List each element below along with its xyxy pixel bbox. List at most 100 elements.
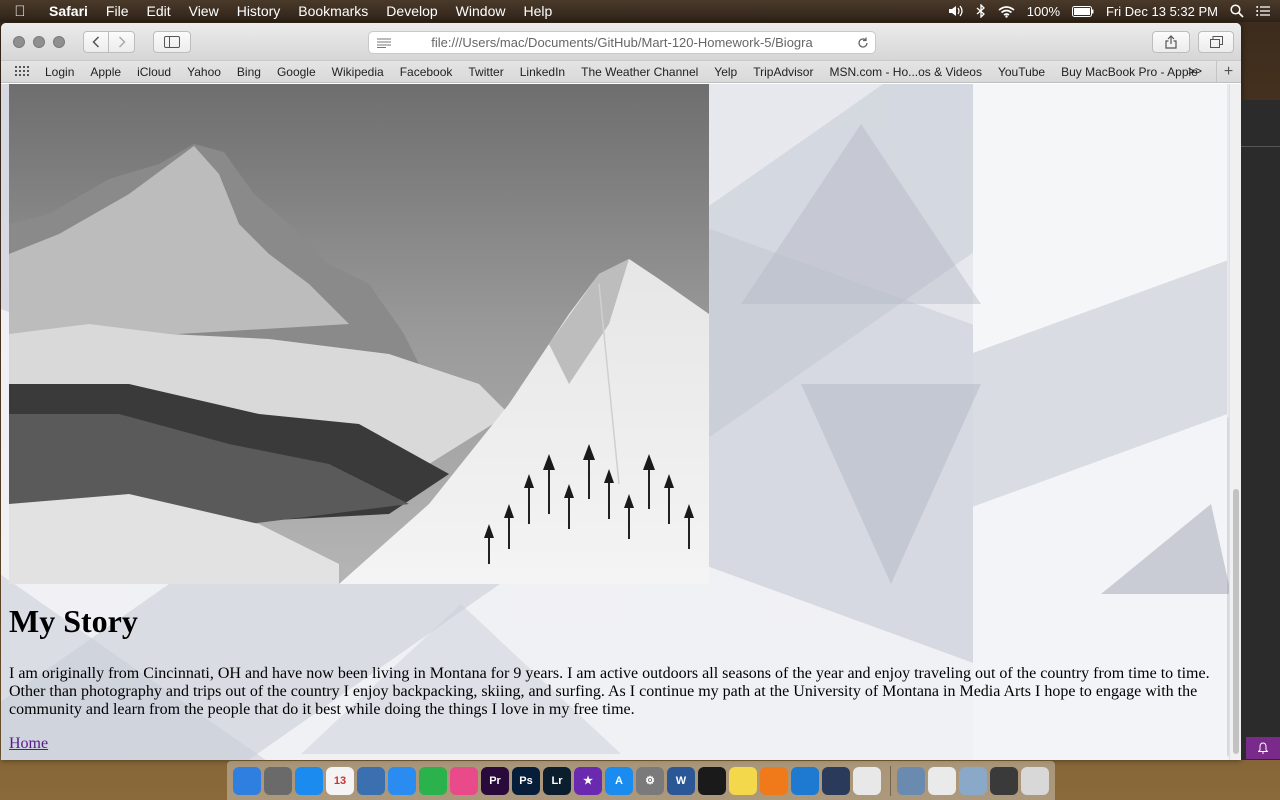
menu-edit[interactable]: Edit: [137, 3, 179, 19]
notification-bell-icon[interactable]: [1246, 737, 1280, 759]
battery-percent[interactable]: 100%: [1027, 4, 1060, 19]
spotlight-icon[interactable]: [1230, 4, 1244, 18]
safari-window: file:///Users/mac/Documents/GitHub/Mart-…: [1, 23, 1241, 760]
favorite-login[interactable]: Login: [37, 65, 82, 79]
address-bar[interactable]: file:///Users/mac/Documents/GitHub/Mart-…: [368, 31, 876, 54]
background-facet: [741, 124, 981, 304]
minimize-window-button[interactable]: [33, 35, 45, 48]
chevron-left-icon: [92, 35, 100, 48]
background-facet: [801, 384, 981, 584]
sidebar-icon: [164, 35, 180, 48]
favorite-wikipedia[interactable]: Wikipedia: [324, 65, 392, 79]
menu-help[interactable]: Help: [514, 3, 561, 19]
favorite-buy-macbook-pro[interactable]: Buy MacBook Pro - Apple: [1053, 65, 1206, 79]
dock-downloads-stack-icon[interactable]: [897, 766, 925, 795]
dock-system-preferences-icon[interactable]: ⚙: [636, 766, 664, 795]
favorites-overflow-button[interactable]: >>: [1188, 64, 1202, 78]
favorite-bing[interactable]: Bing: [229, 65, 269, 79]
back-button[interactable]: [83, 30, 109, 53]
dock-activity-monitor-icon[interactable]: [698, 766, 726, 795]
dock-safari-icon[interactable]: [295, 766, 323, 795]
favorite-google[interactable]: Google: [269, 65, 324, 79]
dock-screen-sharing-icon[interactable]: [959, 766, 987, 795]
background-facet: [1101, 504, 1231, 594]
dock-app-store-icon[interactable]: A: [605, 766, 633, 795]
navigation-buttons: [83, 30, 135, 53]
background-pattern-strip: [973, 84, 1227, 760]
sidebar-toggle-button[interactable]: [153, 30, 191, 53]
favorite-yahoo[interactable]: Yahoo: [179, 65, 229, 79]
menu-app-name[interactable]: Safari: [40, 3, 97, 19]
scrollbar-thumb[interactable]: [1233, 489, 1239, 754]
wifi-icon[interactable]: [998, 5, 1015, 18]
dock-separator: [890, 765, 891, 796]
browser-toolbar: file:///Users/mac/Documents/GitHub/Mart-…: [1, 23, 1241, 61]
zoom-window-button[interactable]: [53, 35, 65, 48]
favorite-tripadvisor[interactable]: TripAdvisor: [745, 65, 821, 79]
dock-messages-bubble-icon[interactable]: [388, 766, 416, 795]
new-tab-button[interactable]: +: [1216, 61, 1240, 82]
menu-view[interactable]: View: [180, 3, 228, 19]
menu-develop[interactable]: Develop: [377, 3, 446, 19]
dock-itunes-icon[interactable]: [450, 766, 478, 795]
dock-finder-icon[interactable]: [233, 766, 261, 795]
clock[interactable]: Fri Dec 13 5:32 PM: [1106, 4, 1218, 19]
dock-premiere-icon[interactable]: Pr: [481, 766, 509, 795]
favorite-linkedin[interactable]: LinkedIn: [512, 65, 573, 79]
battery-icon[interactable]: [1072, 5, 1094, 17]
dock-preview-icon[interactable]: [357, 766, 385, 795]
dock-photoshop-icon[interactable]: Ps: [512, 766, 540, 795]
share-icon: [1165, 35, 1177, 49]
favorite-facebook[interactable]: Facebook: [392, 65, 461, 79]
dock-lightroom-icon[interactable]: Lr: [543, 766, 571, 795]
forward-button[interactable]: [109, 30, 135, 53]
menu-file[interactable]: File: [97, 3, 138, 19]
dock-documents-stack-icon[interactable]: [928, 766, 956, 795]
dock-textedit-icon[interactable]: [853, 766, 881, 795]
dock-xcode-hammer-icon[interactable]: [822, 766, 850, 795]
background-window-divider: [1241, 146, 1280, 147]
dock-imovie-star-icon[interactable]: ★: [574, 766, 602, 795]
dock-stickies-icon[interactable]: [729, 766, 757, 795]
menu-window[interactable]: Window: [447, 3, 515, 19]
dock-word-icon[interactable]: W: [667, 766, 695, 795]
volume-icon[interactable]: [948, 4, 964, 18]
close-window-button[interactable]: [13, 35, 25, 48]
favorite-twitter[interactable]: Twitter: [460, 65, 511, 79]
favorite-icloud[interactable]: iCloud: [129, 65, 179, 79]
dock-facetime-icon[interactable]: [419, 766, 447, 795]
home-link[interactable]: Home: [9, 735, 48, 753]
menu-bar:  Safari File Edit View History Bookmark…: [0, 0, 1280, 22]
favorite-weather-channel[interactable]: The Weather Channel: [573, 65, 706, 79]
reload-icon[interactable]: [851, 37, 875, 49]
show-tabs-button[interactable]: [1198, 31, 1234, 53]
dock-photos-stack-icon[interactable]: [990, 766, 1018, 795]
favorite-youtube[interactable]: YouTube: [990, 65, 1053, 79]
vertical-scrollbar[interactable]: [1229, 84, 1241, 760]
background-editor-window: [1241, 100, 1280, 760]
favorite-msn[interactable]: MSN.com - Ho...os & Videos: [821, 65, 990, 79]
mountain-photo: [9, 84, 709, 584]
tabs-icon: [1209, 36, 1223, 48]
story-paragraph: I am originally from Cincinnati, OH and …: [9, 665, 1210, 718]
dock-vscode-icon[interactable]: [791, 766, 819, 795]
notification-list-icon[interactable]: [1256, 5, 1270, 17]
apple-menu-icon[interactable]: : [0, 3, 40, 20]
reader-view-icon[interactable]: [369, 38, 399, 48]
dock-firefox-icon[interactable]: [760, 766, 788, 795]
share-button[interactable]: [1152, 31, 1190, 53]
dock-launchpad-icon[interactable]: [264, 766, 292, 795]
web-content[interactable]: My Story I am originally from Cincinnati…: [1, 84, 1241, 760]
favorites-grid-icon[interactable]: [15, 65, 37, 79]
menu-history[interactable]: History: [228, 3, 290, 19]
url-text[interactable]: file:///Users/mac/Documents/GitHub/Mart-…: [399, 35, 851, 50]
chevron-right-icon: [118, 35, 126, 48]
dock-calendar-icon[interactable]: 13: [326, 766, 354, 795]
dock: 13 Pr Ps Lr ★ A ⚙ W: [227, 761, 1055, 800]
bluetooth-icon[interactable]: [976, 4, 986, 18]
menu-bookmarks[interactable]: Bookmarks: [289, 3, 377, 19]
favorite-yelp[interactable]: Yelp: [706, 65, 745, 79]
page-heading: My Story: [9, 603, 138, 639]
favorite-apple[interactable]: Apple: [82, 65, 129, 79]
dock-trash-icon[interactable]: [1021, 766, 1049, 795]
